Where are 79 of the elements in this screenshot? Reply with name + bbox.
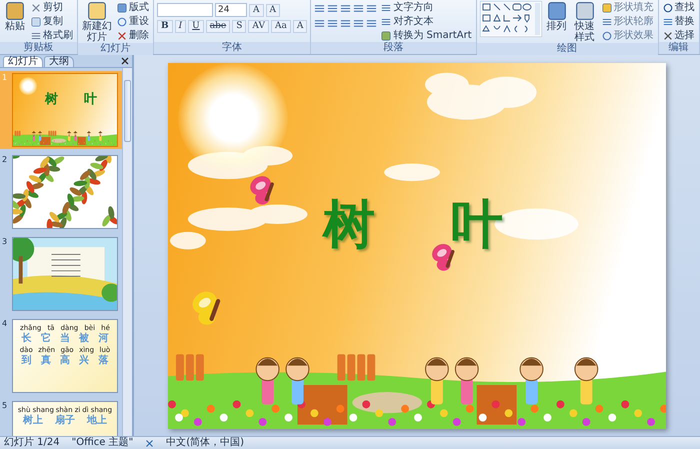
ribbon-button[interactable]: 形状轮廓 — [600, 15, 655, 28]
hanzi-text: 落 — [98, 355, 108, 367]
thumbnail-title: 树 — [45, 93, 58, 107]
ribbon-button[interactable]: 版式 — [116, 1, 150, 14]
group-label: 绘图 — [476, 43, 658, 55]
panel-tab[interactable]: 幻灯片 — [3, 56, 43, 67]
hanzi-text: 到 — [22, 355, 32, 367]
group-label: 段落 — [311, 42, 476, 54]
font-size-button[interactable]: A — [249, 4, 264, 16]
language-label: 中文(简体，中国) — [166, 437, 244, 449]
ribbon-button[interactable]: 重设 — [116, 15, 150, 28]
ribbon-button[interactable]: 选择 — [662, 29, 696, 42]
hanzi-text: 当 — [60, 333, 70, 345]
group-label: 剪贴板 — [0, 42, 77, 54]
hanzi-text: 河 — [98, 333, 108, 345]
format-button[interactable]: A — [292, 20, 308, 33]
ribbon-large-button[interactable]: 快速样式 — [572, 1, 598, 43]
hanzi-text: 高 — [60, 355, 70, 367]
slide-number: 5 — [2, 401, 8, 412]
sun-icon — [19, 77, 37, 95]
ribbon-button[interactable]: 复制 — [30, 15, 74, 28]
ribbon-button[interactable]: 对齐文本 — [380, 15, 473, 28]
ribbon-large-button[interactable]: 新建幻灯片 — [81, 1, 113, 43]
ribbon-button[interactable]: 剪切 — [30, 1, 74, 14]
slide-counter: 幻灯片 1/24 — [4, 437, 60, 449]
font-size-field[interactable]: 24 — [215, 3, 247, 17]
format-button[interactable]: U — [188, 20, 204, 33]
font-size-button[interactable]: A — [266, 4, 280, 16]
format-button[interactable]: B — [157, 20, 173, 33]
columns-icon — [366, 18, 378, 29]
hanzi-text: 地上 — [87, 415, 107, 427]
scrollbar[interactable] — [122, 68, 132, 436]
slide-number: 2 — [2, 155, 8, 166]
panel-tab[interactable]: 大纲 — [44, 56, 74, 67]
thumbnail-title: 叶 — [84, 93, 97, 107]
delete-icon — [117, 30, 127, 40]
hanzi-text: 扇子 — [55, 415, 75, 427]
ribbon-button[interactable]: 查找 — [662, 1, 696, 14]
hanzi-text: 被 — [79, 333, 90, 345]
format-button[interactable]: Aa — [270, 20, 291, 33]
group-label: 编辑 — [658, 42, 699, 54]
format-button[interactable]: S — [232, 20, 246, 33]
slide-thumbnail[interactable]: 树 叶 — [13, 74, 117, 146]
format-button[interactable]: abe — [206, 20, 230, 33]
slide-title: 树 — [323, 194, 375, 254]
ribbon-large-button[interactable]: 粘贴 — [3, 1, 27, 32]
hanzi-text: 树上 — [23, 415, 43, 427]
cloud-drawing — [384, 163, 440, 181]
group-label: 幻灯片 — [78, 43, 153, 55]
align-right-icon — [340, 18, 352, 29]
hanzi-text: 它 — [40, 333, 51, 345]
hanzi-text: 长 — [22, 333, 32, 345]
scrollbar-thumb[interactable] — [124, 80, 131, 142]
slide-title: 叶 — [451, 194, 503, 254]
align-left-icon — [314, 18, 326, 29]
theme-name: "Office 主题" — [72, 437, 134, 449]
ribbon-large-button[interactable]: 排列 — [544, 1, 569, 32]
justify-icon — [353, 18, 364, 29]
ribbon-button[interactable]: 删除 — [116, 29, 150, 42]
shape-gallery[interactable] — [480, 1, 542, 37]
ribbon-button[interactable]: 格式刷 — [30, 29, 74, 42]
ribbon-button[interactable]: 形状填充 — [600, 1, 655, 14]
format-button[interactable]: AV — [248, 20, 269, 33]
landscape-drawing[interactable] — [13, 238, 117, 310]
slide-number: 4 — [2, 319, 8, 330]
slide-number: 3 — [2, 237, 8, 248]
group-label: 字体 — [154, 42, 310, 54]
hanzi-text: 真 — [40, 355, 51, 367]
format-button[interactable]: I — [174, 20, 186, 33]
hanzi-text: 兴 — [79, 355, 90, 367]
slide-number: 1 — [2, 73, 8, 84]
font-name-field[interactable] — [157, 3, 213, 17]
ribbon-button[interactable]: 转换为 SmartArt — [380, 29, 473, 42]
align-center-icon — [327, 18, 338, 29]
thumbnail-item[interactable]: 1 树 叶 — [0, 71, 122, 149]
leaves-drawing[interactable] — [13, 156, 117, 228]
close-icon[interactable] — [121, 57, 129, 65]
ribbon-button[interactable]: 文字方向 — [380, 1, 473, 14]
ribbon-button[interactable]: 替换 — [662, 15, 696, 28]
